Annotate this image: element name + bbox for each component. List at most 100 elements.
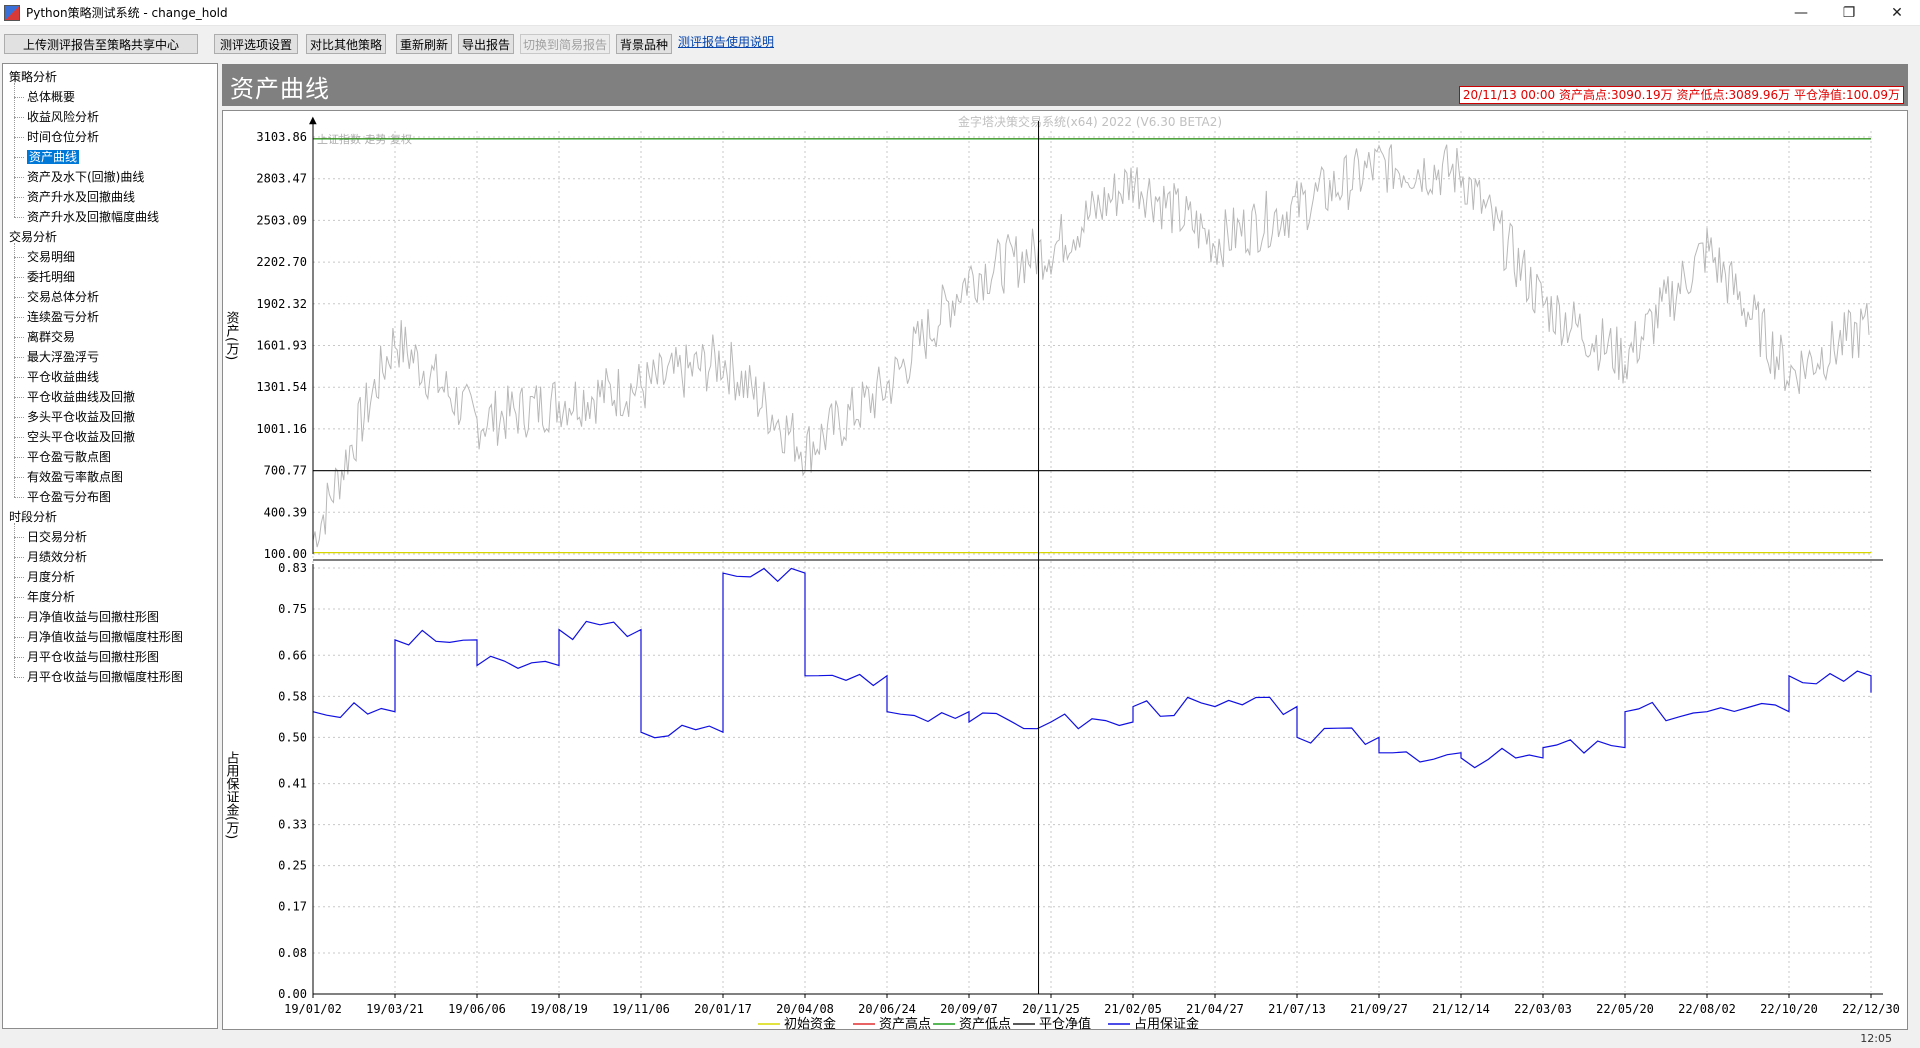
close-button[interactable]: ✕: [1874, 0, 1920, 26]
tree-item[interactable]: 有效盈亏率散点图: [27, 467, 123, 487]
tree-item[interactable]: 交易总体分析: [27, 287, 99, 307]
tree-connector: [14, 137, 24, 138]
tree-item[interactable]: 最大浮盈浮亏: [27, 347, 99, 367]
tree-group[interactable]: 交易分析: [9, 227, 57, 247]
y-tick-label: 0.58: [278, 689, 307, 703]
analysis-tree: 策略分析总体概要收益风险分析时间仓位分析资产曲线资产及水下(回撤)曲线 资产升水及…: [2, 63, 218, 1029]
x-tick-label: 20/11/25: [1022, 1002, 1080, 1016]
x-tick-label: 21/07/13: [1268, 1002, 1326, 1016]
x-tick-label: 20/01/17: [694, 1002, 752, 1016]
help-link[interactable]: 测评报告使用说明: [678, 33, 774, 50]
tree-item-label: 月净值收益与回撤柱形图: [27, 610, 160, 624]
refresh-button[interactable]: 重新刷新: [396, 34, 452, 54]
tree-item[interactable]: 总体概要: [27, 87, 75, 107]
legend-label: 占用保证金: [1134, 1016, 1199, 1031]
background-index-line: [312, 144, 1870, 548]
chart-area[interactable]: 3103.86 2803.47 2503.09 2202.70 1902.32 1601.…: [222, 110, 1909, 1031]
tree-item[interactable]: 月平仓收益与回撤柱形图: [27, 647, 159, 667]
tree-item[interactable]: 时间仓位分析: [27, 127, 99, 147]
x-tick-label: 19/08/19: [530, 1002, 588, 1016]
tree-connector: [14, 617, 24, 618]
tree-item[interactable]: 交易明细: [27, 247, 75, 267]
tree-connector: [14, 177, 24, 178]
tree-item[interactable]: 资产升水及回撤曲线: [27, 187, 135, 207]
x-tick-label: 21/12/14: [1432, 1002, 1490, 1016]
tree-connector: [14, 377, 24, 378]
tree-item[interactable]: 日交易分析: [27, 527, 87, 547]
x-tick-label: 20/09/07: [940, 1002, 998, 1016]
x-tick-label: 19/03/21: [366, 1002, 424, 1016]
tree-connector: [14, 657, 24, 658]
tree-item-label: 平仓盈亏散点图: [27, 450, 112, 464]
tree-item[interactable]: 平仓盈亏散点图: [27, 447, 111, 467]
tree-item[interactable]: 年度分析: [27, 587, 75, 607]
tree-connector: [14, 217, 24, 218]
tree-item-label: 离群交易: [27, 330, 76, 344]
tree-item-label: 收益风险分析: [27, 110, 100, 124]
tree-item[interactable]: 连续盈亏分析: [27, 307, 99, 327]
tree-item[interactable]: 月度分析: [27, 567, 75, 587]
y-tick-label: 0.83: [278, 561, 307, 575]
tree-item-label: 月净值收益与回撤幅度柱形图: [27, 630, 184, 644]
toolbar: 上传测评报告至策略共享中心 测评选项设置 对比其他策略 重新刷新 导出报告 切换…: [0, 26, 1920, 58]
status-bar: 12:05: [0, 1032, 1920, 1048]
y-tick-label: 0.50: [278, 730, 307, 744]
tree-item[interactable]: 资产升水及回撤幅度曲线: [27, 207, 159, 227]
tree-item[interactable]: 平仓收益曲线及回撤: [27, 387, 135, 407]
tree-item-label: 有效盈亏率散点图: [27, 470, 124, 484]
tree-item-label: 多头平仓收益及回撤: [27, 410, 136, 424]
x-tick-label: 22/03/03: [1514, 1002, 1572, 1016]
tree-item[interactable]: 月绩效分析: [27, 547, 87, 567]
maximize-button[interactable]: ❐: [1826, 0, 1872, 26]
tree-group-label: 交易分析: [9, 230, 58, 244]
options-button[interactable]: 测评选项设置: [214, 34, 298, 54]
background-symbol-button[interactable]: 背景品种: [616, 34, 672, 54]
legend-label: 资产高点: [879, 1016, 931, 1031]
tree-item-label: 平仓收益曲线: [27, 370, 100, 384]
y-tick-label: 2803.47: [256, 172, 307, 186]
tree-connector: [14, 317, 24, 318]
tree-item[interactable]: 资产及水下(回撤)曲线: [27, 167, 144, 187]
y-tick-label: 400.39: [264, 505, 307, 519]
minimize-button[interactable]: —: [1778, 0, 1824, 26]
tree-item-label: 平仓盈亏分布图: [27, 490, 112, 504]
tree-item-label: 月度分析: [27, 570, 76, 584]
tree-item[interactable]: 委托明细: [27, 267, 75, 287]
tree-connector: [14, 157, 24, 158]
upload-report-button[interactable]: 上传测评报告至策略共享中心: [4, 34, 198, 54]
tree-item[interactable]: 收益风险分析: [27, 107, 99, 127]
tree-item-label: 交易总体分析: [27, 290, 100, 304]
tree-item-label: 总体概要: [27, 90, 76, 104]
tree-group[interactable]: 时段分析: [9, 507, 57, 527]
export-button[interactable]: 导出报告: [458, 34, 514, 54]
tree-connector: [14, 577, 24, 578]
y-tick-label: 0.75: [278, 602, 307, 616]
window-title: Python策略测试系统 - change_hold: [26, 6, 228, 20]
x-tick-label: 22/12/30: [1842, 1002, 1900, 1016]
x-tick-label: 21/09/27: [1350, 1002, 1408, 1016]
tree-group[interactable]: 策略分析: [9, 67, 57, 87]
tree-item[interactable]: 空头平仓收益及回撤: [27, 427, 135, 447]
y-tick-label: 100.00: [264, 547, 307, 561]
app-icon: [4, 4, 20, 21]
tree-item[interactable]: 月净值收益与回撤柱形图: [27, 607, 159, 627]
tree-item[interactable]: 月净值收益与回撤幅度柱形图: [27, 627, 183, 647]
tree-item[interactable]: 月平仓收益与回撤幅度柱形图: [27, 667, 183, 687]
x-tick-label: 22/10/20: [1760, 1002, 1818, 1016]
tree-connector: [14, 457, 24, 458]
switch-simple-report-button[interactable]: 切换到简易报告: [520, 34, 610, 54]
tree-item-label: 月平仓收益与回撤幅度柱形图: [27, 670, 184, 684]
tree-item[interactable]: 多头平仓收益及回撤: [27, 407, 135, 427]
tree-item-label: 空头平仓收益及回撤: [27, 430, 136, 444]
y-tick-label: 0.33: [278, 818, 307, 832]
asset-curve-chart[interactable]: 3103.86 2803.47 2503.09 2202.70 1902.32 1601.…: [223, 111, 1909, 1031]
legend-label: 平仓净值: [1039, 1016, 1091, 1031]
tree-item[interactable]: 平仓收益曲线: [27, 367, 99, 387]
tree-item-label: 资产曲线: [27, 150, 80, 164]
tree-item[interactable]: 资产曲线: [27, 147, 80, 167]
tree-connector: [14, 523, 15, 677]
tree-item[interactable]: 离群交易: [27, 327, 75, 347]
tree-item[interactable]: 平仓盈亏分布图: [27, 487, 111, 507]
tree-item-label: 月平仓收益与回撤柱形图: [27, 650, 160, 664]
compare-button[interactable]: 对比其他策略: [306, 34, 386, 54]
